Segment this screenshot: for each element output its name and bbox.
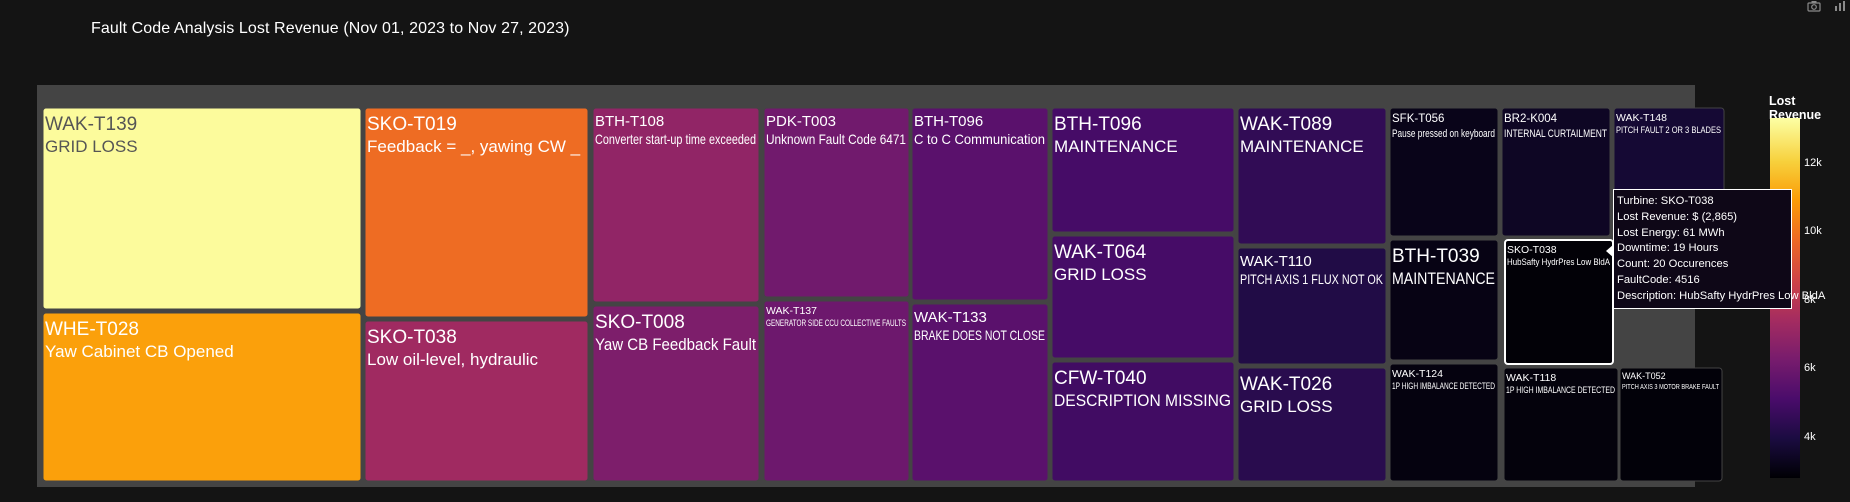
tile-description-label: GRID LOSS: [1054, 265, 1147, 284]
tooltip-faultcode: FaultCode: 4516: [1617, 273, 1700, 286]
treemap-tile[interactable]: WAK-T133BRAKE DOES NOT CLOSE: [911, 303, 1049, 482]
treemap-tile[interactable]: BR2-K004 INTERNAL CURTAILMENT: [1501, 107, 1611, 237]
tile-turbine-label: SKO-T008: [595, 312, 685, 333]
tooltip-description: Description: HubSafty HydrPres Low BldA: [1617, 289, 1826, 302]
tooltip-downtime: Downtime: 19 Hours: [1617, 242, 1719, 255]
tooltip-lost-energy: Lost Energy: 61 MWh: [1617, 226, 1725, 239]
treemap-tile[interactable]: WAK-T137GENERATOR SIDE CCU COLLECTIVE FA…: [763, 300, 910, 482]
tile-description-label: GRID LOSS: [1240, 397, 1333, 416]
tooltip-turbine: Turbine: SKO-T038: [1617, 195, 1714, 207]
treemap-tile[interactable]: CFW-T040 DESCRIPTION MISSING: [1051, 361, 1235, 482]
treemap-tile[interactable]: BTH-T039 MAINTENANCE: [1389, 239, 1499, 361]
tile-description-label: Low oil-level, hydraulic: [367, 350, 539, 369]
tile-description-label: INTERNAL CURTAILMENT: [1504, 128, 1607, 140]
tile-turbine-label: BTH-T108: [595, 113, 664, 130]
tile-description-label: PITCH AXIS 1 FLUX NOT OK: [1240, 271, 1384, 287]
tile-description-label: MAINTENANCE: [1240, 137, 1364, 156]
colorbar-tick-label: 6k: [1804, 362, 1816, 375]
tile-description-label: GENERATOR SIDE CCU COLLECTIVE FAULTS: [766, 318, 906, 329]
chart-root: { "header": { "title": "Fault Code Analy…: [0, 0, 1850, 502]
tile-turbine-label: WAK-T137: [766, 305, 817, 317]
tile-turbine-label: BTH-T039: [1392, 246, 1480, 267]
tile-turbine-label: WAK-T124: [1392, 368, 1443, 380]
treemap-tile[interactable]: WAK-T110PITCH AXIS 1 FLUX NOT OK: [1237, 247, 1387, 365]
tile-turbine-label: WAK-T026: [1240, 374, 1332, 395]
tile-turbine-label: BR2-K004: [1504, 113, 1558, 125]
treemap-tile[interactable]: SKO-T019 Feedback = _, yawing CW _: [364, 107, 589, 318]
tile-description-label: MAINTENANCE: [1392, 269, 1495, 288]
tile-turbine-label: WHE-T028: [45, 319, 139, 340]
tile-description-label: GRID LOSS: [45, 137, 138, 156]
tile-turbine-label: BTH-T096: [1054, 114, 1142, 135]
treemap-tile[interactable]: WAK-T089 MAINTENANCE: [1237, 107, 1387, 245]
tile-description-label: Feedback = _, yawing CW _: [367, 137, 581, 156]
treemap-tile[interactable]: WAK-T1241P HIGH IMBALANCE DETECTED: [1389, 363, 1499, 482]
treemap-tile[interactable]: WAK-T026 GRID LOSS: [1237, 367, 1387, 482]
colorbar-tick-label: 4k: [1804, 430, 1816, 443]
tile-description-label: PITCH FAULT 2 OR 3 BLADES: [1616, 125, 1721, 136]
tile-description-label: Yaw Cabinet CB Opened: [45, 342, 234, 361]
tile-description-label: Pause pressed on keyboard: [1392, 128, 1495, 140]
tile-description-label: Unknown Fault Code 6471: [766, 131, 906, 147]
treemap-tile[interactable]: SFK-T056 Pause pressed on keyboard: [1389, 107, 1499, 237]
tile-turbine-label: WAK-T089: [1240, 114, 1332, 135]
treemap: WAK-T139 GRID LOSS WHE-T028 Yaw Cabinet CB …: [37, 85, 1725, 487]
treemap-tile[interactable]: WAK-T064 GRID LOSS: [1051, 235, 1235, 359]
tile-description-label: C to C Communication: [914, 131, 1045, 147]
tooltip-count: Count: 20 Occurences: [1617, 258, 1729, 271]
treemap-tile[interactable]: WAK-T052PITCH AXIS 3 MOTOR BRAKE FAULT: [1619, 367, 1723, 482]
tile-description-label: Converter start-up time exceeded: [595, 131, 756, 147]
treemap-tile[interactable]: BTH-T096C to C Communication: [911, 107, 1049, 301]
tile-turbine-label: WAK-T139: [45, 114, 137, 135]
treemap-tile[interactable]: BTH-T096 MAINTENANCE: [1051, 107, 1235, 233]
treemap-tile[interactable]: PDK-T003Unknown Fault Code 6471: [763, 107, 910, 298]
treemap-tile[interactable]: WAK-T1181P HIGH IMBALANCE DETECTED: [1503, 367, 1619, 482]
tile-description-label: 1P HIGH IMBALANCE DETECTED: [1392, 381, 1495, 392]
tooltip-lost-revenue: Lost Revenue: $ (2,865): [1617, 210, 1738, 223]
tile-description-label: MAINTENANCE: [1054, 137, 1178, 156]
treemap-tile[interactable]: WAK-T139 GRID LOSS: [42, 107, 362, 310]
tile-turbine-label: WAK-T052: [1622, 371, 1666, 381]
colorbar-tick-label: 12k: [1804, 156, 1822, 169]
tile-turbine-label: SFK-T056: [1392, 113, 1444, 125]
tile-turbine-label: WAK-T118: [1506, 372, 1556, 384]
treemap-tile[interactable]: SKO-T008 Yaw CB Feedback Fault: [592, 305, 760, 482]
colorbar-tick-label: 10k: [1804, 225, 1822, 238]
tile-turbine-label: BTH-T096: [914, 113, 983, 130]
tile-turbine-label: WAK-T064: [1054, 242, 1147, 263]
tile-description-label: HubSafty HydrPres Low BldA: [1507, 257, 1611, 268]
treemap-tile[interactable]: SKO-T038HubSafty HydrPres Low BldA: [1504, 239, 1614, 365]
tile-description-label: PITCH AXIS 3 MOTOR BRAKE FAULT: [1622, 382, 1719, 391]
tile-turbine-label: SKO-T038: [1507, 244, 1557, 256]
tile-turbine-label: SKO-T038: [367, 327, 457, 348]
tile-turbine-label: WAK-T133: [914, 309, 987, 326]
tile-description-label: BRAKE DOES NOT CLOSE: [914, 327, 1045, 343]
treemap-tile[interactable]: SKO-T038 Low oil-level, hydraulic: [364, 320, 589, 482]
tile-turbine-label: WAK-T148: [1616, 112, 1667, 124]
tile-description-label: Yaw CB Feedback Fault: [595, 335, 756, 354]
tile-turbine-label: SKO-T019: [367, 114, 457, 135]
treemap-tile[interactable]: WHE-T028 Yaw Cabinet CB Opened: [42, 312, 362, 482]
hover-tooltip: Turbine: SKO-T038 Lost Revenue: $ (2,865…: [1613, 189, 1826, 309]
tile-turbine-label: CFW-T040: [1054, 368, 1147, 389]
treemap-tile[interactable]: BTH-T108Converter start-up time exceeded: [592, 107, 760, 303]
tile-turbine-label: PDK-T003: [766, 113, 836, 130]
tile-description-label: 1P HIGH IMBALANCE DETECTED: [1506, 385, 1615, 396]
tile-description-label: DESCRIPTION MISSING: [1054, 391, 1231, 410]
tile-turbine-label: WAK-T110: [1240, 253, 1312, 270]
